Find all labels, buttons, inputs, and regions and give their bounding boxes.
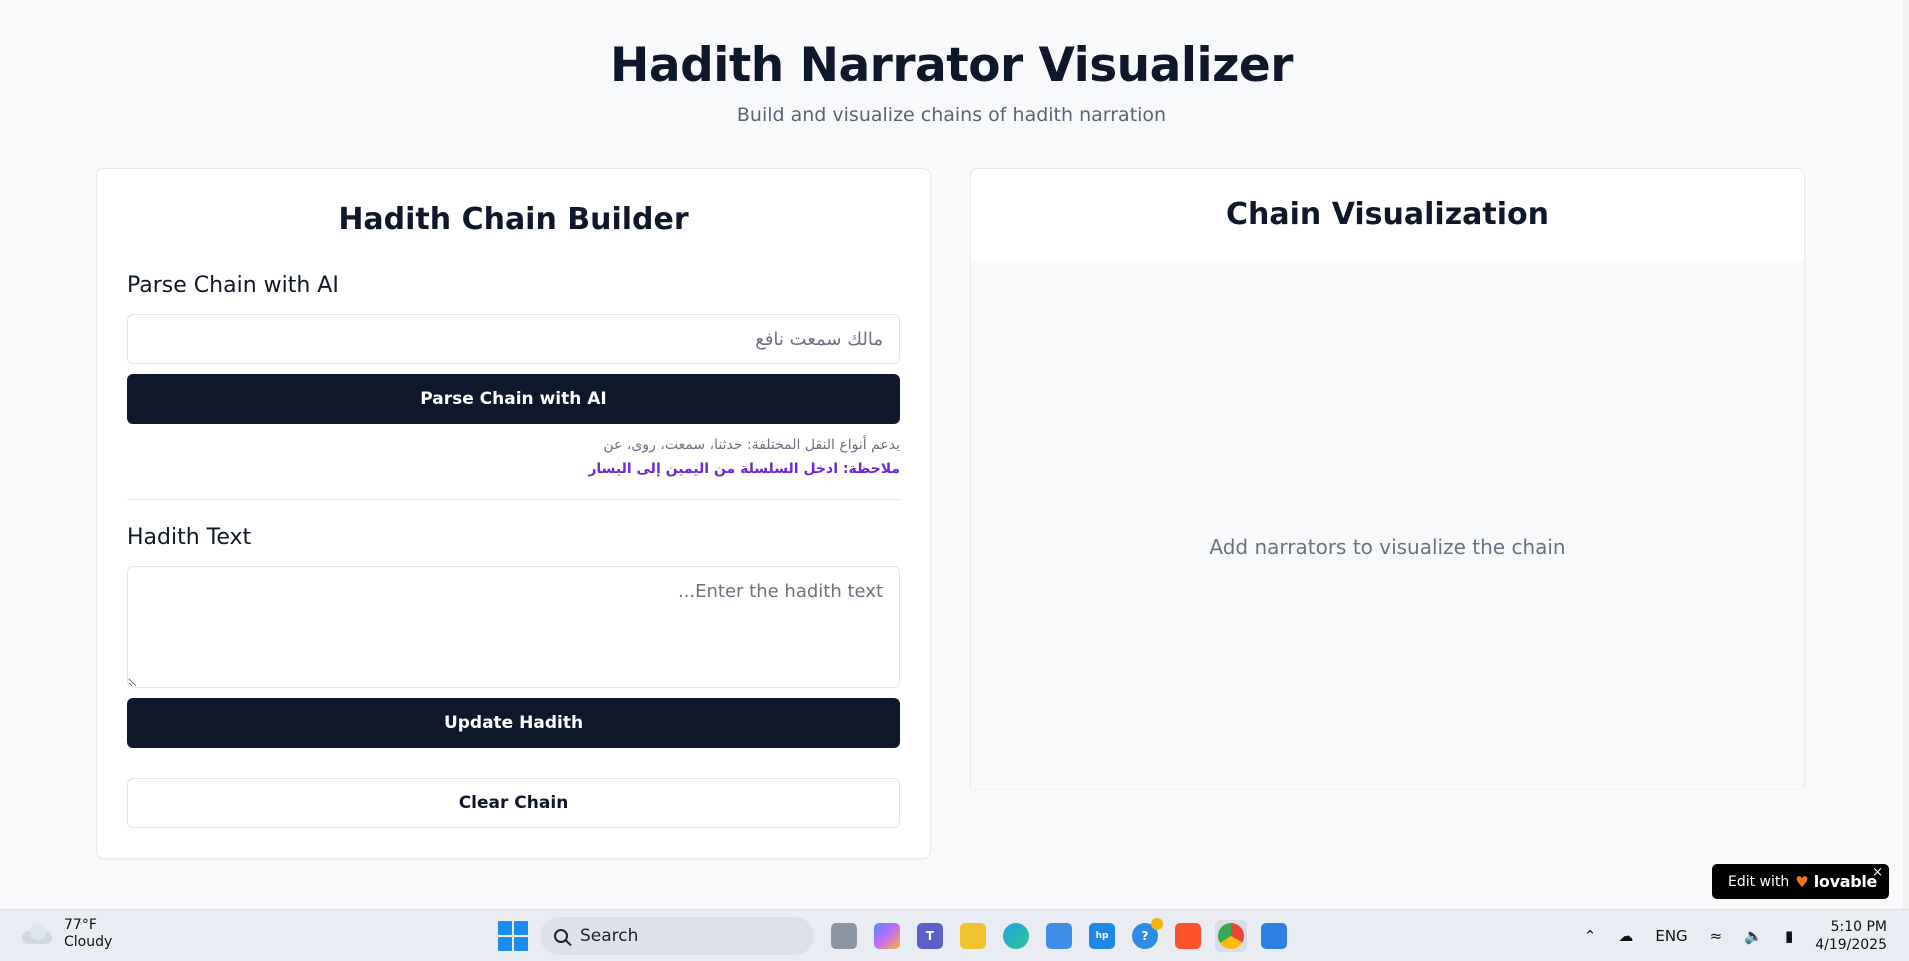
badge-prefix: Edit with	[1728, 873, 1790, 890]
page-scrollbar[interactable]	[1903, 0, 1909, 909]
heart-icon: ♥	[1795, 872, 1809, 891]
section-divider	[127, 499, 900, 500]
chain-visualization-title: Chain Visualization	[1226, 197, 1549, 232]
chain-builder-title: Hadith Chain Builder	[338, 202, 689, 237]
teams-icon[interactable]: T	[914, 920, 946, 952]
edit-with-lovable-badge[interactable]: Edit with ♥ lovable ×	[1712, 864, 1889, 899]
myhp-icon[interactable]: hp	[1086, 920, 1118, 952]
language-indicator[interactable]: ENG	[1655, 927, 1687, 945]
chain-builder-card: Hadith Chain Builder Parse Chain with AI…	[96, 168, 931, 859]
badge-brand: lovable	[1813, 872, 1878, 891]
visualization-canvas[interactable]: Add narrators to visualize the chain	[971, 261, 1804, 788]
battery-icon[interactable]: ▮	[1785, 927, 1793, 945]
chain-input[interactable]	[127, 314, 900, 364]
cloud-icon	[20, 923, 54, 945]
clock-date: 4/19/2025	[1815, 936, 1887, 953]
wifi-icon[interactable]: ≈	[1710, 927, 1723, 945]
taskbar-search-label: Search	[580, 926, 639, 946]
weather-widget[interactable]: 77°F Cloudy	[20, 917, 112, 951]
windows-taskbar: 77°F Cloudy Search T hp ? ⌃ ☁ ENG ≈ 🔈 ▮ …	[0, 909, 1909, 961]
edge-icon[interactable]	[1000, 920, 1032, 952]
clock-time: 5:10 PM	[1830, 918, 1887, 935]
close-icon[interactable]: ×	[1872, 865, 1883, 880]
file-explorer-icon[interactable]	[957, 920, 989, 952]
brave-icon[interactable]	[1172, 920, 1204, 952]
taskbar-center: Search T hp ?	[498, 917, 1301, 955]
direction-note: ملاحظة: ادخل السلسلة من اليمين إلى اليسا…	[588, 461, 900, 477]
taskbar-search[interactable]: Search	[540, 917, 814, 955]
app-page: Hadith Narrator Visualizer Build and vis…	[0, 0, 1903, 909]
parse-section-label: Parse Chain with AI	[127, 273, 339, 298]
chevron-up-icon[interactable]: ⌃	[1584, 927, 1597, 945]
hadith-text-label: Hadith Text	[127, 525, 252, 550]
photos-icon[interactable]	[1258, 920, 1290, 952]
notification-dot	[1151, 918, 1163, 930]
chrome-icon[interactable]	[1215, 920, 1247, 952]
store-icon[interactable]	[1043, 920, 1075, 952]
parse-chain-button[interactable]: Parse Chain with AI	[127, 374, 900, 424]
chain-visualization-card: Chain Visualization Add narrators to vis…	[970, 168, 1805, 788]
transmission-types-hint: يدعم أنواع النقل المختلفة: حدثنا، سمعت، …	[603, 437, 900, 453]
update-hadith-button[interactable]: Update Hadith	[127, 698, 900, 748]
system-tray: ⌃ ☁ ENG ≈ 🔈 ▮ 5:10 PM 4/19/2025	[1584, 910, 1909, 961]
page-title: Hadith Narrator Visualizer	[610, 38, 1293, 93]
task-view-icon[interactable]	[828, 920, 860, 952]
weather-temperature: 77°F	[64, 917, 97, 933]
weather-description: Cloudy	[64, 934, 113, 950]
onedrive-icon[interactable]: ☁	[1618, 927, 1633, 945]
clear-chain-button[interactable]: Clear Chain	[127, 778, 900, 828]
search-icon	[554, 929, 568, 943]
visualization-empty-message: Add narrators to visualize the chain	[1209, 535, 1566, 559]
windows-start-icon[interactable]	[498, 921, 528, 951]
volume-icon[interactable]: 🔈	[1744, 927, 1763, 945]
help-icon[interactable]: ?	[1129, 918, 1163, 952]
page-subtitle: Build and visualize chains of hadith nar…	[736, 104, 1167, 126]
pinned-apps: T hp ?	[828, 918, 1301, 952]
page-header: Hadith Narrator Visualizer Build and vis…	[0, 0, 1903, 126]
hadith-textarea[interactable]	[127, 566, 900, 688]
copilot-icon[interactable]	[871, 920, 903, 952]
system-clock[interactable]: 5:10 PM 4/19/2025	[1815, 918, 1887, 954]
